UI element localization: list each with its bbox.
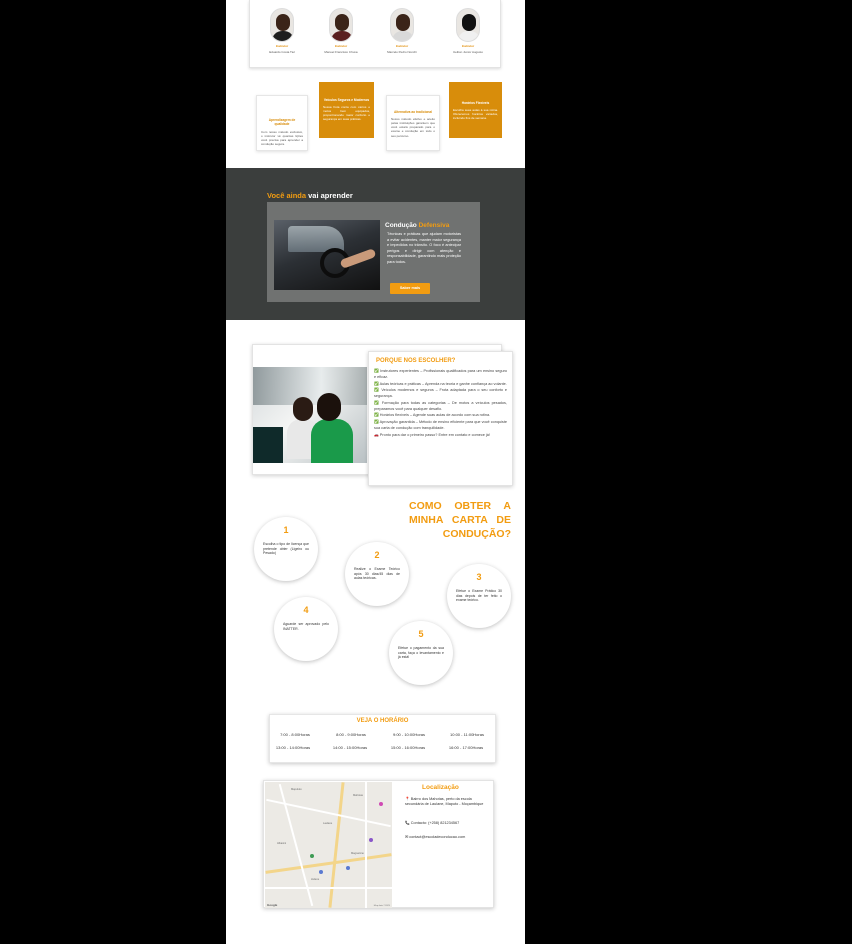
learn-title-accent: Você ainda — [267, 191, 307, 200]
step-text: Efetue o Exame Prático 30 dias depois de… — [456, 589, 502, 603]
feature-card-alternative: Alternativa ao tradicional Nosso método … — [386, 95, 440, 151]
feature-card-flexible: Horários Flexíveis Escolha suas aulas à … — [449, 82, 502, 138]
map-label: Hulene — [311, 878, 320, 881]
step-number: 3 — [476, 572, 482, 582]
location-card: Mapuluto Mahotas Laulane Albasini Magoan… — [263, 780, 494, 908]
learn-more-button[interactable]: Saber mais — [390, 283, 430, 294]
instructor-name: Manuel Francisco Chuva — [324, 50, 358, 54]
step-number: 2 — [374, 550, 380, 560]
map-label: Mahotas — [353, 794, 363, 797]
step-number: 1 — [283, 525, 289, 535]
why-item: ✅ Veículos modernos e seguros – Frota ad… — [374, 388, 507, 399]
instructors-card: Instrutor Eduardo Costa Tiel Instrutor M… — [249, 0, 501, 68]
step-number: 5 — [418, 629, 424, 639]
map-label: Laulane — [323, 822, 333, 825]
feature-title: Aprendizagem de qualidade — [268, 118, 296, 127]
step-5: 5 Efetue o pagamento da sua carta, faça … — [389, 621, 453, 685]
why-item: ✅ Aulas teóricas e práticas – Aprenda na… — [374, 381, 507, 386]
location-contact: 📞 Contacto: (+258) 821234567 — [405, 821, 460, 825]
step-text: Aguarde ser aprovado pelo INATTER. — [283, 622, 329, 631]
instructor-name: Marcelo Pedro Nonchi — [387, 50, 417, 54]
why-item: ✅ Formação para todas as categorias – De… — [374, 400, 507, 411]
instructor-2: Instrutor Manuel Francisco Chuva — [311, 8, 371, 54]
learn-section-title: Você ainda vai aprender — [267, 191, 353, 200]
instructor-role: Instrutor — [461, 44, 475, 48]
schedule-title: VEJA O HORÁRIO — [356, 718, 409, 724]
schedule-slot: 15:00 - 16:00Horas — [390, 745, 426, 750]
instructor-photo — [270, 8, 294, 42]
instructor-role: Instrutor — [275, 44, 289, 48]
feature-desc: Escolha suas aulas à sua rotina. Oferece… — [453, 108, 498, 121]
step-text: Escolha o tipo de licença que pretende o… — [263, 542, 309, 556]
feature-desc: Nosso método efetivo e aceito pelas inst… — [391, 117, 435, 138]
schedule-slot: 10:00 - 11:00Horas — [450, 732, 484, 737]
step-number: 4 — [303, 605, 309, 615]
feature-title: Horários Flexíveis — [461, 101, 490, 105]
map-label: Magoanine — [351, 852, 364, 855]
feature-desc: Nossa frota conta com carros e motos bem… — [323, 105, 370, 122]
instructor-3: Instrutor Marcelo Pedro Nonchi — [372, 8, 432, 54]
location-address: 📍 Bairro dos Mahotas, perto da escola se… — [405, 797, 484, 807]
instructor-4: Instrutor Ueliton Junior Augusto — [438, 8, 498, 54]
steps-title: COMO OBTER A MINHA CARTA DE CONDUÇÃO? — [409, 500, 511, 541]
step-text: Realize o Exame Teórico após 30 dias/45 … — [354, 567, 400, 581]
feature-desc: Com nosso método exclusivo, o instrutor … — [261, 129, 303, 146]
schedule-slot: 13:00 - 14:00Horas — [275, 745, 311, 750]
learn-section: Você ainda vai aprender Condução Defensi… — [226, 168, 525, 320]
instructor-photo — [329, 8, 353, 42]
learn-title-rest: vai aprender — [306, 191, 353, 200]
instructor-name: Ueliton Junior Augusto — [452, 50, 484, 54]
driving-image — [274, 220, 380, 290]
feature-title: Veículos Seguros e Modernos — [323, 98, 370, 102]
instructor-role: Instrutor — [334, 44, 348, 48]
course-title-plain: Condução — [385, 222, 419, 229]
instructor-photo — [390, 8, 414, 42]
location-map[interactable]: Mapuluto Mahotas Laulane Albasini Magoan… — [265, 782, 392, 908]
course-title-accent: Defensiva — [418, 222, 450, 229]
course-title: Condução Defensiva — [385, 222, 449, 229]
schedule-slot: 8:00 - 9:00Horas — [336, 732, 366, 737]
course-card: Condução Defensiva Técnicas e práticas q… — [267, 202, 480, 302]
feature-card-vehicles: Veículos Seguros e Modernos Nossa frota … — [319, 82, 374, 138]
instructor-photo — [456, 8, 480, 42]
feature-title: Alternativa ao tradicional — [393, 110, 433, 114]
students-image — [253, 367, 367, 463]
why-item: 🚗 Pronto para dar o primeiro passo? Entr… — [374, 432, 490, 437]
step-1: 1 Escolha o tipo de licença que pretende… — [254, 517, 318, 581]
schedule-slot: 9:00 - 10:00Horas — [392, 732, 426, 737]
location-email[interactable]: ✉ contact@escoladeconducao.com — [405, 835, 465, 840]
why-item: ✅ Aprovação garantida – Método de ensino… — [374, 420, 507, 431]
course-desc: Técnicas e práticas que ajudam motorista… — [387, 232, 461, 264]
step-text: Efetue o pagamento da sua carta, faça o … — [398, 646, 444, 660]
why-title: PORQUE NOS ESCOLHER? — [376, 358, 456, 364]
step-3: 3 Efetue o Exame Prático 30 dias depois … — [447, 564, 511, 628]
map-copyright: Map data ©2025 — [373, 905, 390, 907]
step-4: 4 Aguarde ser aprovado pelo INATTER. — [274, 597, 338, 661]
why-item: ✅ Horários flexíveis – Agende suas aulas… — [374, 413, 491, 418]
google-logo: Google — [267, 903, 278, 907]
schedule-slot: 14:00 - 15:00Horas — [332, 745, 368, 750]
schedule-slot: 16:00 - 17:00Horas — [448, 745, 484, 750]
feature-card-quality: Aprendizagem de qualidade Com nosso méto… — [256, 95, 308, 151]
map-label: Mapuluto — [291, 788, 302, 791]
schedule-card: VEJA O HORÁRIO 7:00 - 8:00Horas 8:00 - 9… — [269, 714, 496, 763]
step-2: 2 Realize o Exame Teórico após 30 dias/4… — [345, 542, 409, 606]
instructor-role: Instrutor — [395, 44, 409, 48]
why-item: ✅ Instrutores experientes – Profissionai… — [374, 369, 507, 380]
schedule-slot: 7:00 - 8:00Horas — [280, 732, 310, 737]
location-title: Localização — [422, 784, 459, 791]
why-choose-box: PORQUE NOS ESCOLHER? ✅ Instrutores exper… — [368, 351, 513, 486]
instructor-name: Eduardo Costa Tiel — [269, 50, 295, 54]
why-list: ✅ Instrutores experientes – Profissionai… — [374, 368, 507, 438]
instructor-1: Instrutor Eduardo Costa Tiel — [252, 8, 312, 54]
map-label: Albasini — [277, 842, 287, 845]
page: Instrutor Eduardo Costa Tiel Instrutor M… — [226, 0, 525, 944]
